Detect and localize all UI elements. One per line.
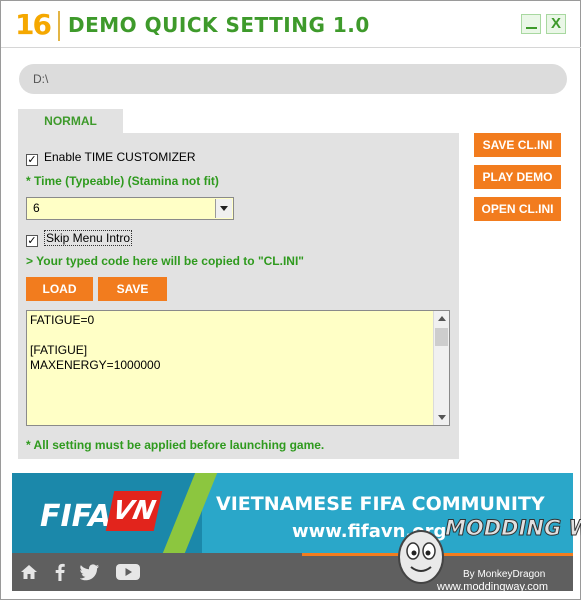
- editor-scrollbar[interactable]: [433, 311, 449, 425]
- code-line: FATIGUE=0: [30, 313, 95, 327]
- home-icon[interactable]: [20, 563, 38, 581]
- code-line: [FATIGUE]: [30, 343, 88, 357]
- path-field[interactable]: D:\: [19, 64, 567, 94]
- scroll-thumb[interactable]: [435, 328, 448, 346]
- facebook-icon[interactable]: [54, 563, 66, 581]
- scroll-up-icon[interactable]: [434, 311, 449, 326]
- save-cl-ini-button[interactable]: SAVE CL.INI: [474, 133, 561, 157]
- minimize-button[interactable]: [521, 14, 541, 34]
- twitter-icon[interactable]: [80, 563, 100, 581]
- logo-divider: [58, 11, 60, 41]
- save-button[interactable]: SAVE: [98, 277, 167, 301]
- time-select[interactable]: 6: [26, 197, 234, 220]
- skip-intro-label: Skip Menu Intro: [44, 230, 133, 246]
- open-cl-ini-button[interactable]: OPEN CL.INI: [474, 197, 561, 221]
- youtube-icon[interactable]: [116, 563, 140, 581]
- mascot-icon: [398, 530, 444, 584]
- scroll-down-icon[interactable]: [434, 410, 449, 425]
- minimize-icon: [526, 27, 537, 29]
- banner-brand-badge: VN: [105, 491, 163, 531]
- title-divider: [1, 47, 581, 48]
- skip-intro-row[interactable]: ✓ Skip Menu Intro: [26, 230, 133, 247]
- code-editor[interactable]: FATIGUE=0 [FATIGUE] MAXENERGY=1000000: [26, 310, 450, 426]
- chevron-down-icon[interactable]: [215, 199, 232, 218]
- time-select-value: 6: [33, 201, 40, 215]
- close-button[interactable]: X: [546, 14, 566, 34]
- banner-brand: FIFA: [40, 499, 112, 534]
- skip-intro-checkbox[interactable]: ✓: [26, 235, 38, 247]
- time-customizer-label: Enable TIME CUSTOMIZER: [44, 150, 196, 164]
- copy-hint: > Your typed code here will be copied to…: [26, 254, 304, 268]
- credit-url[interactable]: www.moddingway.com: [437, 581, 548, 593]
- moddingway-logo-text: MODDING WAY: [445, 516, 581, 540]
- play-demo-button[interactable]: PLAY DEMO: [474, 165, 561, 189]
- tab-normal[interactable]: NORMAL: [18, 109, 123, 134]
- app-title: DEMO QUICK SETTING 1.0: [68, 13, 370, 37]
- time-customizer-row[interactable]: ✓ Enable TIME CUSTOMIZER: [26, 150, 196, 166]
- load-button[interactable]: LOAD: [26, 277, 93, 301]
- apply-note: * All setting must be applied before lau…: [26, 438, 325, 452]
- author-credit: By MonkeyDragon: [463, 569, 546, 580]
- time-hint: * Time (Typeable) (Stamina not fit): [26, 174, 219, 188]
- code-line: MAXENERGY=1000000: [30, 358, 161, 372]
- time-customizer-checkbox[interactable]: ✓: [26, 154, 38, 166]
- app-window: 16 DEMO QUICK SETTING 1.0 X D:\ NORMAL ✓…: [0, 0, 581, 600]
- app-logo: 16: [15, 8, 52, 41]
